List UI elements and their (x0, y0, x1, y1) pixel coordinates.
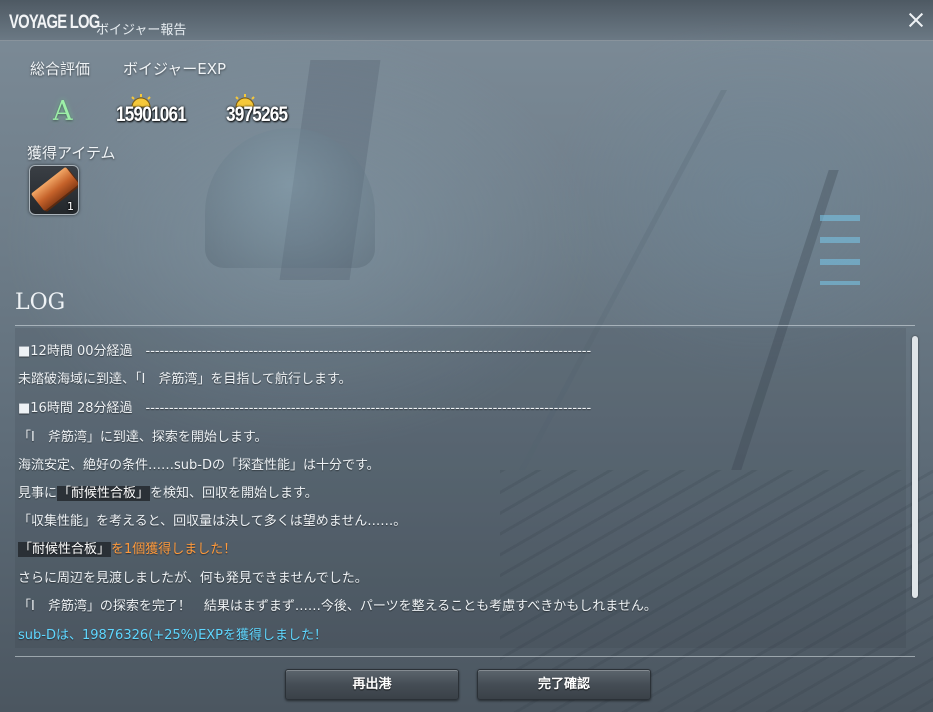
voyage-exp-value: 15901061 (116, 103, 187, 126)
log-line: 未踏破海域に到達、「I 斧筋湾」を目指して航行します。 (18, 368, 352, 387)
close-icon[interactable] (904, 8, 928, 32)
redeploy-button[interactable]: 再出港 (285, 669, 459, 700)
voyage-exp-value-secondary: 3975265 (226, 103, 288, 126)
log-line: ■12時間 00分経過 ----------------------------… (18, 340, 591, 359)
finalize-button[interactable]: 完了確認 (477, 669, 651, 700)
log-line: さらに周辺を見渡しましたが、何も発見できませんでした。 (18, 567, 368, 586)
window-subtitle: ボイジャー報告 (96, 23, 187, 38)
rating-label: 総合評価 (30, 60, 91, 78)
log-text: さらに周辺を見渡しましたが、何も発見できませんでした。 (18, 571, 368, 586)
window-titlebar: VOYAGE LOG ボイジャー報告 (0, 0, 933, 41)
item-name-highlight: 「耐候性合板」 (18, 542, 112, 557)
log-line: ■16時間 28分経過 ----------------------------… (18, 397, 591, 416)
divider (15, 656, 915, 657)
item-name-highlight: 「耐候性合板」 (57, 486, 151, 501)
log-text: を1個獲得しました！ (111, 542, 237, 557)
log-line: 見事に「耐候性合板」を検知、回収を開始します。 (18, 482, 318, 501)
log-panel: ■12時間 00分経過 ----------------------------… (15, 328, 906, 648)
log-title: LOG (15, 290, 66, 315)
log-line: 「I 斧筋湾」に到達、探索を開始します。 (18, 426, 268, 445)
rating-value: A (53, 96, 73, 127)
items-label: 獲得アイテム (27, 144, 116, 162)
background-tower (279, 60, 381, 280)
log-text: 見事に (18, 486, 58, 501)
log-text: ■12時間 00分経過 ----------------------------… (18, 344, 592, 359)
log-text: sub-Dは、19876326(+25%)EXPを獲得しました！ (18, 628, 328, 643)
log-text: 「I 斧筋湾」の探索を完了！ 結果はまずまず……今後、パーツを整えることも考慮す… (18, 599, 657, 614)
exp-label: ボイジャーEXP (123, 60, 227, 78)
log-text: 未踏破海域に到達、「I 斧筋湾」を目指して航行します。 (18, 372, 352, 387)
log-text: を検知、回収を開始します。 (150, 486, 318, 501)
log-line: sub-Dは、19876326(+25%)EXPを獲得しました！ (18, 624, 327, 643)
log-text: ■16時間 28分経過 ----------------------------… (18, 401, 592, 416)
window-title: VOYAGE LOG (9, 12, 100, 33)
background-dome (205, 128, 375, 268)
divider (15, 325, 915, 326)
log-scrollbar[interactable] (912, 336, 918, 598)
background-lights (820, 215, 860, 285)
log-line: 「収集性能」を考えると、回収量は決して多くは望めません……。 (18, 510, 406, 529)
log-line: 「I 斧筋湾」の探索を完了！ 結果はまずまず……今後、パーツを整えることも考慮す… (18, 595, 657, 614)
log-line: 海流安定、絶好の条件……sub-Dの「探査性能」は十分です。 (18, 454, 380, 473)
log-text: 海流安定、絶好の条件……sub-Dの「探査性能」は十分です。 (18, 458, 380, 473)
item-quantity: 1 (67, 200, 74, 213)
item-slot[interactable]: 1 (29, 165, 79, 215)
log-text: 「収集性能」を考えると、回収量は決して多くは望めません……。 (18, 514, 407, 529)
log-line: 「耐候性合板」を1個獲得しました！ (18, 538, 236, 557)
log-text: 「I 斧筋湾」に到達、探索を開始します。 (18, 430, 268, 445)
